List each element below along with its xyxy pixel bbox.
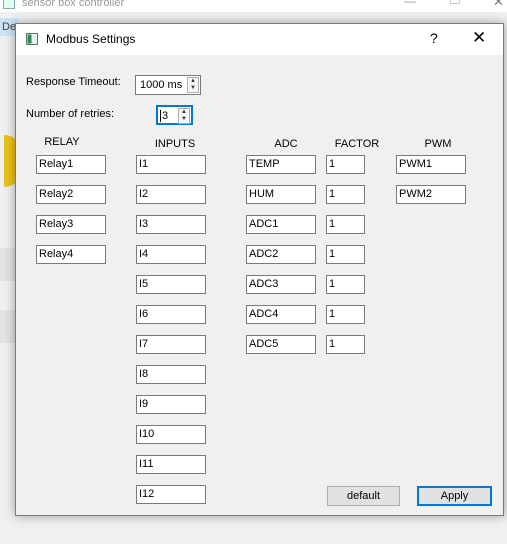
adc-field[interactable]: HUM bbox=[246, 185, 316, 204]
adc-field[interactable]: ADC1 bbox=[246, 215, 316, 234]
minimize-icon[interactable]: — bbox=[404, 0, 416, 8]
relay-field[interactable]: Relay3 bbox=[36, 215, 106, 234]
input-field[interactable]: I8 bbox=[136, 365, 206, 384]
spin-up-icon[interactable]: ▲ bbox=[188, 78, 198, 85]
input-field[interactable]: I12 bbox=[136, 485, 206, 504]
factor-field[interactable]: 1 bbox=[326, 185, 365, 204]
factor-field[interactable]: 1 bbox=[326, 215, 365, 234]
response-timeout-value: 1000 ms bbox=[140, 79, 183, 91]
input-field[interactable]: I5 bbox=[136, 275, 206, 294]
pwm-column-header: PWM bbox=[424, 138, 452, 150]
spin-up-icon[interactable]: ▲ bbox=[179, 109, 189, 116]
factor-field[interactable]: 1 bbox=[326, 245, 365, 264]
spin-down-icon[interactable]: ▼ bbox=[179, 116, 189, 123]
relay-field[interactable]: Relay2 bbox=[36, 185, 106, 204]
pwm-field[interactable]: PWM2 bbox=[396, 185, 466, 204]
input-field[interactable]: I2 bbox=[136, 185, 206, 204]
input-field[interactable]: I10 bbox=[136, 425, 206, 444]
apply-button[interactable]: Apply bbox=[417, 486, 492, 506]
window-icon bbox=[26, 33, 38, 45]
background-row bbox=[0, 310, 16, 343]
input-field[interactable]: I6 bbox=[136, 305, 206, 324]
help-button[interactable]: ? bbox=[430, 30, 438, 46]
factor-field[interactable]: 1 bbox=[326, 275, 365, 294]
factor-field[interactable]: 1 bbox=[326, 305, 365, 324]
relay-field[interactable]: Relay1 bbox=[36, 155, 106, 174]
spin-buttons[interactable]: ▲ ▼ bbox=[187, 77, 199, 93]
adc-field[interactable]: ADC2 bbox=[246, 245, 316, 264]
factor-field[interactable]: 1 bbox=[326, 155, 365, 174]
spin-buttons[interactable]: ▲ ▼ bbox=[178, 108, 190, 124]
input-field[interactable]: I11 bbox=[136, 455, 206, 474]
inputs-column-header: INPUTS bbox=[154, 138, 196, 150]
adc-field[interactable]: ADC5 bbox=[246, 335, 316, 354]
modbus-settings-dialog: Modbus Settings ? ✕ Response Timeout: 10… bbox=[15, 23, 504, 516]
dialog-title: Modbus Settings bbox=[46, 32, 136, 46]
default-button[interactable]: default bbox=[327, 486, 400, 506]
factor-field[interactable]: 1 bbox=[326, 335, 365, 354]
number-of-retries-value: 3 bbox=[160, 110, 169, 122]
response-timeout-label: Response Timeout: bbox=[26, 76, 121, 88]
number-of-retries-label: Number of retries: bbox=[26, 108, 115, 120]
adc-column-header: ADC bbox=[274, 138, 298, 150]
adc-field[interactable]: TEMP bbox=[246, 155, 316, 174]
maximize-icon[interactable] bbox=[450, 0, 460, 4]
factor-column-header: FACTOR bbox=[334, 138, 380, 150]
adc-field[interactable]: ADC4 bbox=[246, 305, 316, 324]
input-field[interactable]: I4 bbox=[136, 245, 206, 264]
number-of-retries-spinbox[interactable]: 3 ▲ ▼ bbox=[156, 105, 193, 125]
relay-column-header: RELAY bbox=[44, 136, 80, 148]
app-icon bbox=[3, 0, 15, 9]
background-row bbox=[0, 248, 16, 281]
input-field[interactable]: I7 bbox=[136, 335, 206, 354]
pwm-field[interactable]: PWM1 bbox=[396, 155, 466, 174]
relay-field[interactable]: Relay4 bbox=[36, 245, 106, 264]
input-field[interactable]: I3 bbox=[136, 215, 206, 234]
response-timeout-spinbox[interactable]: 1000 ms ▲ ▼ bbox=[135, 75, 201, 95]
input-field[interactable]: I1 bbox=[136, 155, 206, 174]
close-button[interactable]: ✕ bbox=[472, 28, 486, 48]
close-icon[interactable]: ✕ bbox=[493, 0, 504, 10]
main-window-title: sensor box controller bbox=[22, 0, 125, 9]
spin-down-icon[interactable]: ▼ bbox=[188, 85, 198, 92]
adc-field[interactable]: ADC3 bbox=[246, 275, 316, 294]
input-field[interactable]: I9 bbox=[136, 395, 206, 414]
